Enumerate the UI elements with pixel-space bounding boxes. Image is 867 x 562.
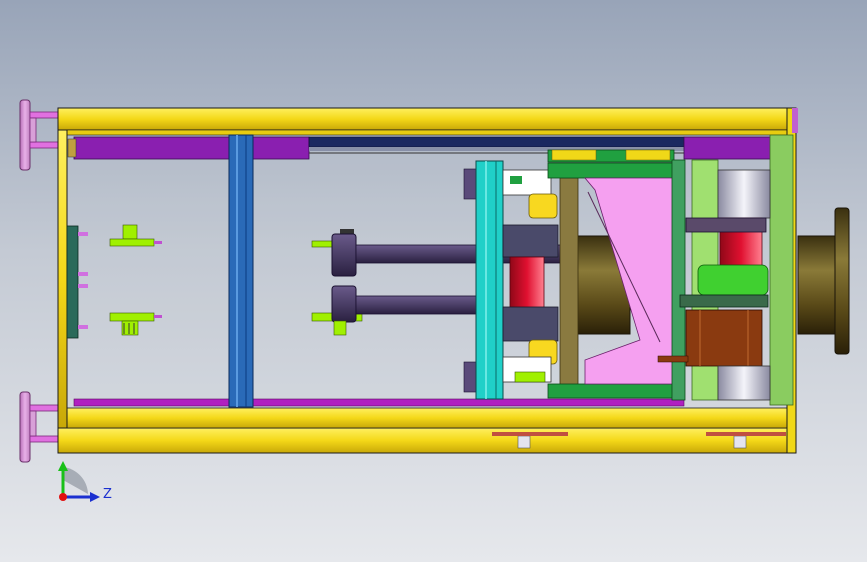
moving-platen <box>475 160 504 400</box>
cad-viewport[interactable]: Z <box>0 0 867 562</box>
vertical-column <box>228 134 254 408</box>
leveling-foot-bottom <box>19 391 59 463</box>
frame-top-beam <box>57 107 797 131</box>
triad-arc <box>63 467 88 494</box>
drive-assembly <box>657 134 794 406</box>
bottom-rail <box>73 398 685 407</box>
frame-bottom-beam <box>57 427 797 454</box>
z-axis-label: Z <box>103 487 112 502</box>
clamp-block-upper <box>463 168 477 200</box>
leveling-foot-top <box>19 99 59 171</box>
motor-drum <box>797 207 850 355</box>
clamp-block-lower <box>463 361 477 393</box>
model-view[interactable]: Z <box>0 0 867 562</box>
frame-left-post <box>57 129 68 429</box>
x-axis-icon <box>59 493 67 501</box>
coordinate-triad: Z <box>58 461 112 502</box>
